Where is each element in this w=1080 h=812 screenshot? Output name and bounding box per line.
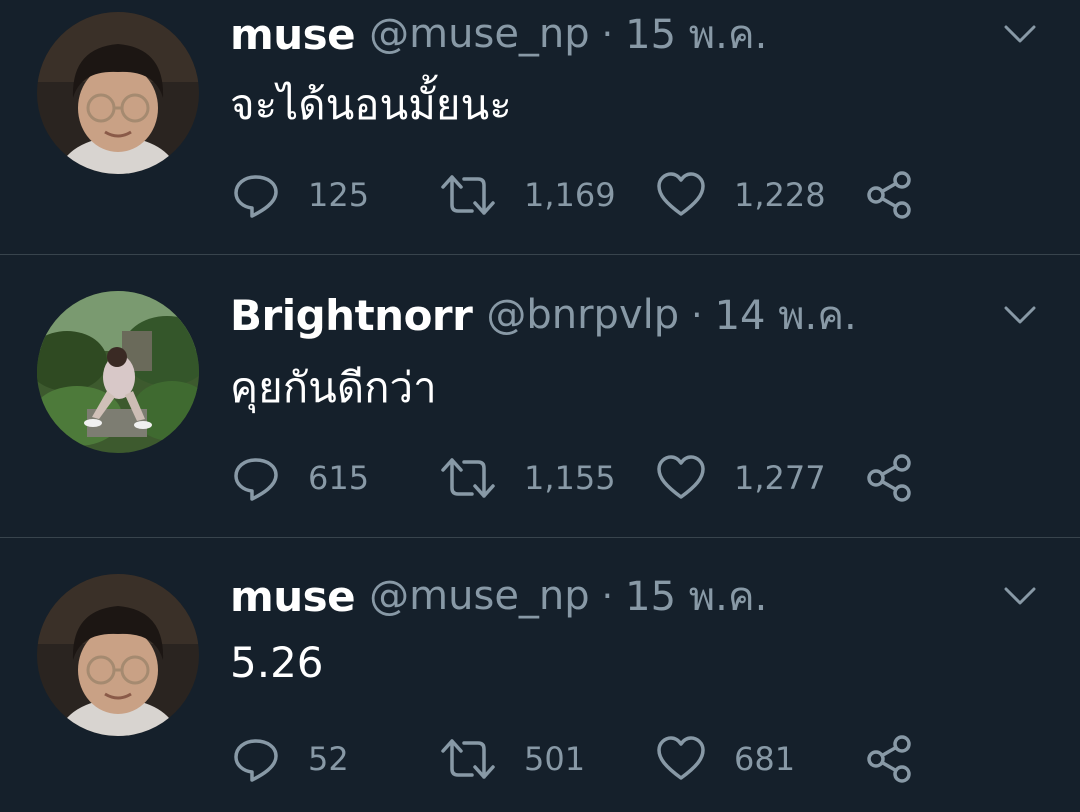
separator-dot: · bbox=[691, 294, 703, 336]
share-icon bbox=[867, 171, 911, 219]
tweet[interactable]: muse @muse_np · 15 พ.ค. จะได้นอนมั้ยนะ 1… bbox=[0, 0, 1080, 254]
tweet-date[interactable]: 15 พ.ค. bbox=[625, 2, 767, 66]
display-name[interactable]: muse bbox=[230, 10, 356, 59]
retweet-icon bbox=[441, 458, 495, 498]
like-count: 1,228 bbox=[734, 176, 826, 214]
heart-icon bbox=[657, 736, 705, 780]
reply-count: 125 bbox=[308, 176, 370, 214]
display-name[interactable]: Brightnorr bbox=[230, 291, 473, 340]
reply-icon bbox=[234, 458, 278, 501]
separator-dot: · bbox=[601, 575, 614, 617]
tweet-header: muse @muse_np · 15 พ.ค. bbox=[230, 4, 960, 64]
like-button[interactable]: 1,277 bbox=[656, 453, 826, 503]
chevron-down-icon[interactable] bbox=[1000, 295, 1040, 335]
tweet-date[interactable]: 15 พ.ค. bbox=[625, 564, 767, 628]
retweet-icon bbox=[441, 739, 495, 779]
like-button[interactable]: 1,228 bbox=[656, 170, 826, 220]
share-button[interactable] bbox=[864, 170, 914, 220]
separator-dot: · bbox=[601, 13, 614, 55]
like-count: 1,277 bbox=[734, 459, 826, 497]
tweet[interactable]: muse @muse_np · 15 พ.ค. 5.26 52 501 681 bbox=[0, 538, 1080, 812]
reply-icon bbox=[234, 739, 278, 782]
tweet-header: muse @muse_np · 15 พ.ค. bbox=[230, 566, 960, 626]
tweet-text: จะได้นอนมั้ยนะ bbox=[230, 80, 512, 129]
heart-icon bbox=[657, 172, 705, 216]
reply-button[interactable]: 125 bbox=[232, 170, 369, 220]
share-button[interactable] bbox=[864, 453, 914, 503]
reply-count: 615 bbox=[308, 459, 370, 497]
retweet-button[interactable]: 1,169 bbox=[440, 170, 616, 220]
chevron-down-icon[interactable] bbox=[1000, 576, 1040, 616]
like-button[interactable]: 681 bbox=[656, 734, 795, 784]
reply-icon bbox=[234, 175, 278, 218]
heart-icon bbox=[657, 455, 705, 499]
user-handle[interactable]: @bnrpvlp bbox=[486, 292, 679, 338]
reply-button[interactable]: 52 bbox=[232, 734, 349, 784]
user-handle[interactable]: @muse_np bbox=[369, 11, 590, 57]
share-button[interactable] bbox=[864, 734, 914, 784]
reply-button[interactable]: 615 bbox=[232, 453, 369, 503]
retweet-icon bbox=[441, 175, 495, 215]
retweet-count: 501 bbox=[524, 740, 586, 778]
chevron-down-icon[interactable] bbox=[1000, 14, 1040, 54]
avatar[interactable] bbox=[37, 291, 199, 453]
tweet-date[interactable]: 14 พ.ค. bbox=[715, 283, 857, 347]
avatar[interactable] bbox=[37, 574, 199, 736]
reply-count: 52 bbox=[308, 740, 349, 778]
retweet-count: 1,169 bbox=[524, 176, 616, 214]
tweet[interactable]: Brightnorr @bnrpvlp · 14 พ.ค. คุยกันดีกว… bbox=[0, 255, 1080, 537]
like-count: 681 bbox=[734, 740, 796, 778]
display-name[interactable]: muse bbox=[230, 572, 356, 621]
retweet-button[interactable]: 1,155 bbox=[440, 453, 616, 503]
tweet-text: 5.26 bbox=[230, 638, 324, 687]
share-icon bbox=[867, 735, 911, 783]
avatar[interactable] bbox=[37, 12, 199, 174]
retweet-button[interactable]: 501 bbox=[440, 734, 585, 784]
tweet-feed: muse @muse_np · 15 พ.ค. จะได้นอนมั้ยนะ 1… bbox=[0, 0, 1080, 812]
tweet-header: Brightnorr @bnrpvlp · 14 พ.ค. bbox=[230, 285, 960, 345]
share-icon bbox=[867, 454, 911, 502]
user-handle[interactable]: @muse_np bbox=[369, 573, 590, 619]
retweet-count: 1,155 bbox=[524, 459, 616, 497]
tweet-text: คุยกันดีกว่า bbox=[230, 363, 437, 412]
